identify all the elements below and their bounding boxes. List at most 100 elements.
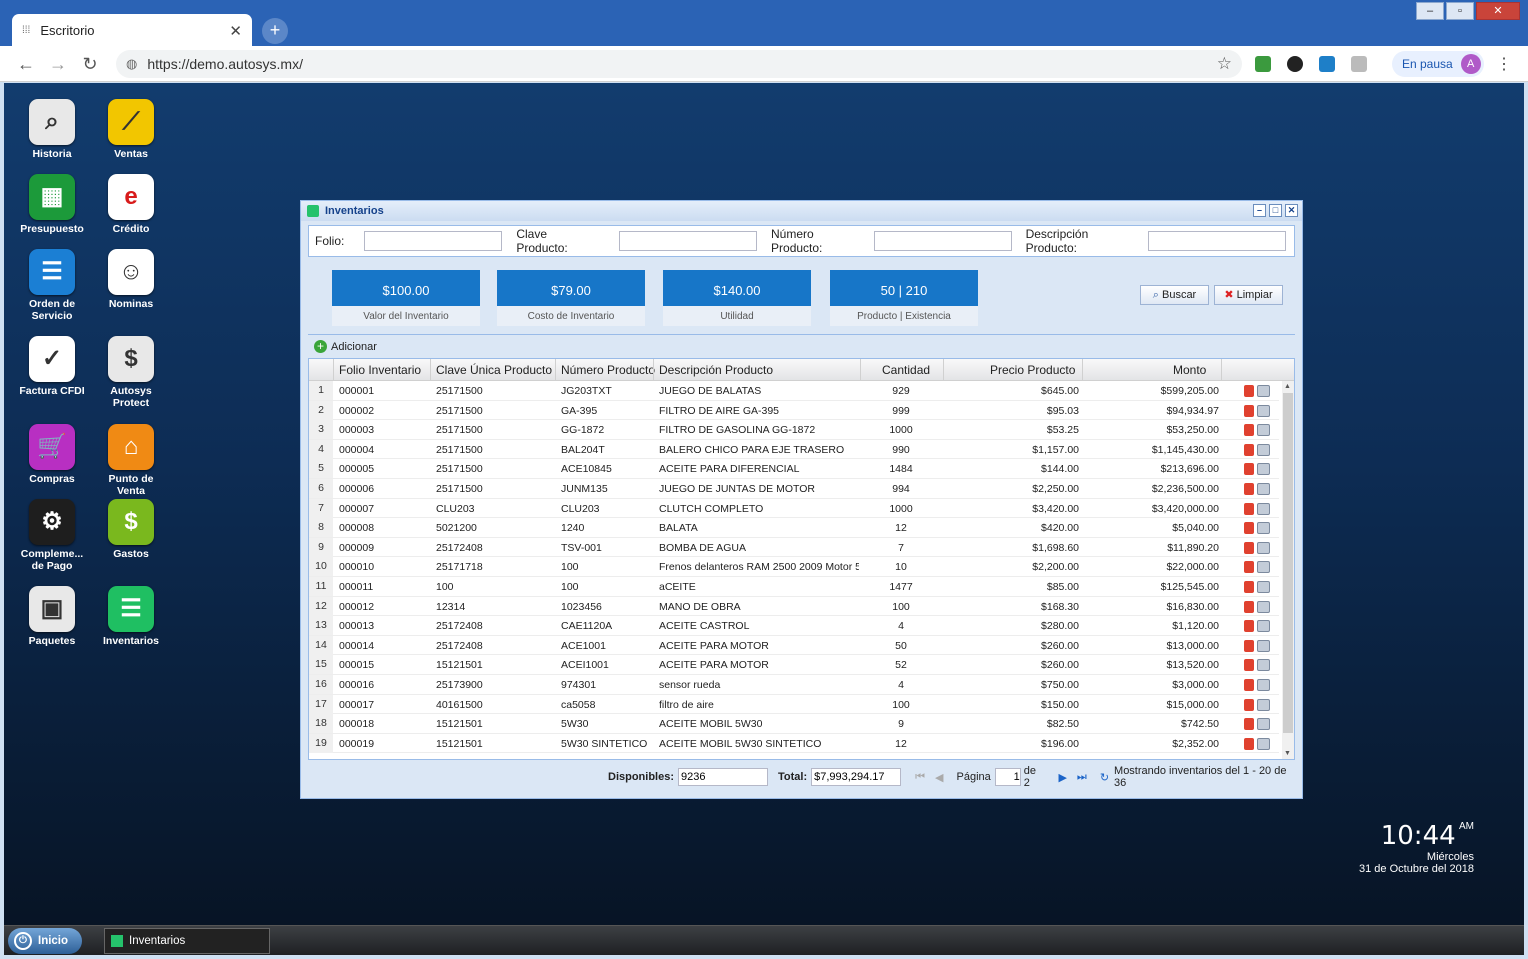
delete-icon[interactable] bbox=[1244, 698, 1254, 711]
window-close-button[interactable]: ✕ bbox=[1285, 204, 1298, 217]
desktop-icon-presupuesto[interactable]: ▦ Presupuesto bbox=[17, 174, 87, 235]
reload-button[interactable]: ↻ bbox=[78, 52, 102, 76]
print-icon[interactable] bbox=[1257, 443, 1270, 456]
delete-icon[interactable] bbox=[1244, 522, 1254, 535]
window-maximize-button[interactable]: □ bbox=[1269, 204, 1282, 217]
extension-chart-icon[interactable] bbox=[1255, 56, 1271, 72]
table-row[interactable]: 4 000004 25171500 BAL204T BALERO CHICO PARA … bbox=[309, 439, 1279, 460]
desktop-icon-compras[interactable]: 🛒 Compras bbox=[17, 424, 87, 485]
print-icon[interactable] bbox=[1257, 581, 1270, 593]
print-icon[interactable] bbox=[1257, 483, 1270, 495]
browser-tab[interactable]: ⁞⁞⁞ Escritorio ✕ bbox=[12, 14, 252, 47]
folio-input[interactable] bbox=[364, 231, 503, 251]
desktop-icon-nominas[interactable]: ☺ Nominas bbox=[96, 249, 166, 310]
print-icon[interactable] bbox=[1257, 718, 1270, 731]
grid-scrollbar[interactable]: ▲ ▼ bbox=[1282, 381, 1294, 759]
buscar-button[interactable]: ⌕ Buscar bbox=[1140, 285, 1209, 305]
table-row[interactable]: 10 000010 25171718 100 Frenos delanteros RAM… bbox=[309, 557, 1279, 577]
add-icon[interactable]: + bbox=[314, 340, 327, 353]
col-folio-header[interactable]: Folio Inventario bbox=[339, 363, 421, 377]
desktop-icon-cr-dito[interactable]: e Crédito bbox=[96, 174, 166, 235]
desktop-icon-historia[interactable]: ⌕ Historia bbox=[17, 99, 87, 160]
table-row[interactable]: 12 000012 12314 1023456 MANO DE OBRA 100 $168.… bbox=[309, 596, 1279, 617]
delete-icon[interactable] bbox=[1244, 620, 1254, 633]
limpiar-button[interactable]: ✖ Limpiar bbox=[1214, 285, 1283, 305]
numero-input[interactable] bbox=[873, 231, 1012, 251]
restore-button[interactable]: ▫ bbox=[1446, 2, 1474, 20]
taskbar-item-inventarios[interactable]: Inventarios bbox=[104, 928, 270, 954]
table-row[interactable]: 14 000014 25172408 ACE1001 ACEITE PARA MOTOR… bbox=[309, 635, 1279, 656]
table-row[interactable]: 5 000005 25171500 ACE10845 ACEITE PARA DIFER… bbox=[309, 459, 1279, 479]
table-row[interactable]: 3 000003 25171500 GG-1872 FILTRO DE GASOLINA… bbox=[309, 420, 1279, 440]
forward-button[interactable]: → bbox=[46, 52, 70, 76]
desktop-icon-paquetes[interactable]: ▣ Paquetes bbox=[17, 586, 87, 647]
table-row[interactable]: 17 000017 40161500 ca5058 filtro de aire 100 $… bbox=[309, 694, 1279, 715]
descripcion-input[interactable] bbox=[1148, 231, 1286, 251]
page-input[interactable] bbox=[994, 768, 1021, 786]
print-icon[interactable] bbox=[1257, 659, 1270, 672]
bookmark-star-icon[interactable]: ☆ bbox=[1217, 54, 1232, 74]
desktop-icon-ventas[interactable]: ⟋ Ventas bbox=[96, 99, 166, 160]
print-icon[interactable] bbox=[1257, 561, 1270, 574]
desktop-icon-punto-de-venta[interactable]: ⌂ Punto de Venta bbox=[96, 424, 166, 497]
desktop-icon-inventarios[interactable]: ☰ Inventarios bbox=[96, 586, 166, 647]
print-icon[interactable] bbox=[1257, 385, 1270, 397]
delete-icon[interactable] bbox=[1244, 424, 1254, 437]
table-row[interactable]: 9 000009 25172408 TSV-001 BOMBA DE AGUA 7 $1,6… bbox=[309, 537, 1279, 558]
desktop-icon-gastos[interactable]: $ Gastos bbox=[96, 499, 166, 560]
extension-scissors-icon[interactable] bbox=[1319, 56, 1335, 72]
delete-icon[interactable] bbox=[1244, 483, 1254, 495]
disponibles-field[interactable] bbox=[678, 768, 769, 786]
print-icon[interactable] bbox=[1257, 541, 1270, 554]
table-row[interactable]: 19 000019 15121501 5W30 SINTETICO ACEITE MOB… bbox=[309, 733, 1279, 754]
table-row[interactable]: 15 000015 15121501 ACEI1001 ACEITE PARA MOTO… bbox=[309, 655, 1279, 675]
col-precio-header[interactable]: Precio Producto bbox=[990, 363, 1075, 377]
desktop-icon-factura-cfdi[interactable]: ✓ Factura CFDI bbox=[17, 336, 87, 397]
extension-person-icon[interactable] bbox=[1351, 56, 1367, 72]
print-icon[interactable] bbox=[1257, 463, 1270, 476]
browser-menu-icon[interactable]: ⋮ bbox=[1496, 54, 1512, 74]
print-icon[interactable] bbox=[1257, 424, 1270, 437]
start-button[interactable]: ⏻ Inicio bbox=[8, 928, 82, 954]
print-icon[interactable] bbox=[1257, 502, 1270, 515]
refresh-icon[interactable]: ↻ bbox=[1100, 771, 1109, 784]
delete-icon[interactable] bbox=[1244, 385, 1254, 397]
delete-icon[interactable] bbox=[1244, 463, 1254, 476]
delete-icon[interactable] bbox=[1244, 639, 1254, 652]
clave-input[interactable] bbox=[619, 231, 758, 251]
window-minimize-button[interactable]: – bbox=[1253, 204, 1266, 217]
col-numero-header[interactable]: Número Producto bbox=[561, 363, 655, 377]
scroll-down-icon[interactable]: ▼ bbox=[1284, 750, 1291, 757]
profile-button[interactable]: En pausa A bbox=[1392, 51, 1484, 77]
scroll-up-icon[interactable]: ▲ bbox=[1284, 383, 1291, 390]
new-tab-button[interactable]: + bbox=[262, 18, 288, 44]
adicionar-button[interactable]: Adicionar bbox=[331, 341, 377, 353]
delete-icon[interactable] bbox=[1244, 679, 1254, 691]
close-window-button[interactable]: ✕ bbox=[1476, 2, 1520, 20]
desktop-icon-compleme-de-pago[interactable]: ⚙ Compleme... de Pago bbox=[17, 499, 87, 572]
delete-icon[interactable] bbox=[1244, 443, 1254, 456]
print-icon[interactable] bbox=[1257, 600, 1270, 613]
table-row[interactable]: 18 000018 15121501 5W30 ACEITE MOBIL 5W30 9 $8… bbox=[309, 714, 1279, 734]
table-row[interactable]: 11 000011 100 100 aCEITE 1477 $85.00 $125,545.0… bbox=[309, 577, 1279, 597]
delete-icon[interactable] bbox=[1244, 581, 1254, 593]
back-button[interactable]: ← bbox=[14, 52, 38, 76]
delete-icon[interactable] bbox=[1244, 737, 1254, 750]
next-page-icon[interactable]: ▶ bbox=[1058, 771, 1066, 784]
prev-page-icon[interactable]: ◀ bbox=[935, 771, 943, 784]
print-icon[interactable] bbox=[1257, 679, 1270, 691]
delete-icon[interactable] bbox=[1244, 659, 1254, 672]
print-icon[interactable] bbox=[1257, 620, 1270, 633]
delete-icon[interactable] bbox=[1244, 561, 1254, 574]
col-clave-header[interactable]: Clave Única Producto bbox=[436, 363, 552, 377]
table-row[interactable]: 16 000016 25173900 974301 sensor rueda 4 $750.… bbox=[309, 675, 1279, 695]
table-row[interactable]: 7 000007 CLU203 CLU203 CLUTCH COMPLETO 1000 $3… bbox=[309, 498, 1279, 519]
table-row[interactable]: 13 000013 25172408 CAE1120A ACEITE CASTROL 4 $… bbox=[309, 616, 1279, 636]
table-row[interactable]: 8 000008 5021200 1240 BALATA 12 $420.00 $5,040.… bbox=[309, 518, 1279, 538]
total-field[interactable] bbox=[811, 768, 902, 786]
delete-icon[interactable] bbox=[1244, 541, 1254, 554]
print-icon[interactable] bbox=[1257, 698, 1270, 711]
table-row[interactable]: 6 000006 25171500 JUNM135 JUEGO DE JUNTAS DE… bbox=[309, 479, 1279, 499]
col-descripcion-header[interactable]: Descripción Producto bbox=[659, 363, 773, 377]
window-titlebar[interactable]: Inventarios – □ ✕ bbox=[301, 201, 1302, 221]
